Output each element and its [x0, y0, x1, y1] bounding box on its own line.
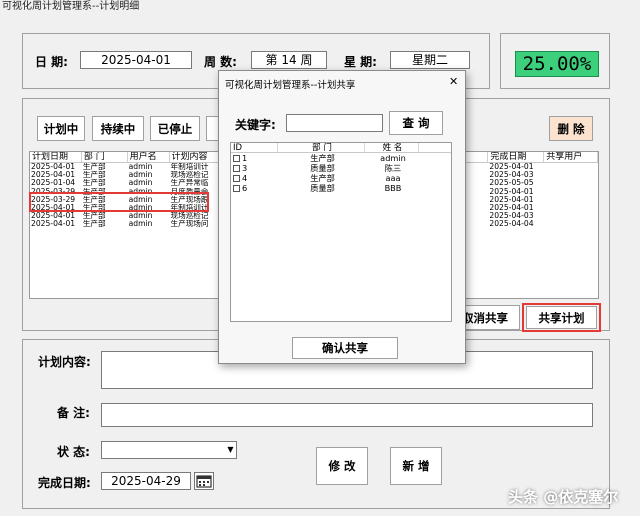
table-cell: 2025-04-04: [489, 220, 534, 229]
calendar-icon[interactable]: [194, 472, 214, 490]
share-plan-button[interactable]: 共享计划: [526, 306, 597, 329]
checkbox[interactable]: [233, 175, 240, 182]
table-cell: admin: [128, 179, 153, 188]
table-cell: 2025-04-01: [31, 220, 76, 229]
window-title: 可视化周计划管理系--计划明细: [2, 1, 140, 12]
week-field[interactable]: 第 14 周: [251, 51, 327, 69]
table-cell: admin: [128, 163, 153, 171]
watermark: 头条 @依克塞尔: [508, 488, 619, 506]
table-cell: 生产部: [82, 220, 106, 229]
dialog-title: 可视化周计划管理系--计划共享: [225, 80, 356, 91]
finish-date-field[interactable]: 2025-04-29: [101, 472, 191, 490]
col-department: 部 门: [82, 152, 128, 162]
table-cell: 2025-05-05: [489, 179, 534, 188]
col-share-user: 共享用户: [544, 152, 598, 162]
ongoing-button[interactable]: 持续中: [92, 116, 144, 141]
table-cell: [544, 204, 598, 212]
table-cell: 2025-04-01: [489, 187, 534, 196]
list-item[interactable]: 6 质量部 BBB: [231, 183, 451, 193]
col-finish-date: 完成日期: [488, 152, 545, 162]
table-cell: [544, 179, 598, 187]
checkbox[interactable]: [233, 165, 240, 172]
user-id: 3: [242, 163, 248, 173]
delete-button[interactable]: 删 除: [549, 116, 593, 141]
weekday-field[interactable]: 星期二: [390, 51, 470, 69]
user-id: 6: [242, 183, 248, 193]
table-cell: [544, 220, 598, 228]
col-user: 用户名: [128, 152, 170, 162]
table-cell: 2025-01-04: [31, 179, 76, 188]
user-grid-body: 1 生产部 admin 3 质量部 陈三 4 生产部 aaa 6 质量部 BBB: [231, 153, 451, 193]
table-cell: 2025-04-01: [489, 203, 534, 212]
user-dept: 生产部: [310, 173, 335, 183]
list-item[interactable]: 3 质量部 陈三: [231, 163, 451, 173]
chevron-down-icon[interactable]: ▼: [226, 445, 235, 455]
table-cell: 生产部: [82, 212, 106, 221]
keyword-label: 关键字:: [235, 118, 276, 132]
note-label: 备 注:: [57, 406, 90, 420]
progress-percent: 25.00%: [515, 51, 599, 77]
user-name: aaa: [385, 173, 401, 183]
stopped-button[interactable]: 已停止: [150, 116, 200, 141]
note-input[interactable]: [101, 403, 593, 427]
user-id-cell: 3: [231, 163, 278, 173]
table-cell: [544, 188, 598, 196]
highlight-row: [29, 192, 209, 212]
table-cell: 生产部: [82, 163, 106, 171]
user-grid[interactable]: ID 部 门 姓 名 1 生产部 admin 3 质量部 陈三 4 生产部 aaa 6 质量部 BBB: [230, 142, 452, 322]
table-cell: [544, 196, 598, 204]
confirm-share-button[interactable]: 确认共享: [292, 337, 398, 359]
col-dept: 部 门: [278, 143, 365, 152]
date-label: 日 期:: [35, 55, 68, 69]
user-dept: 质量部: [310, 163, 335, 173]
table-cell: [544, 171, 598, 179]
table-cell: 2025-04-01: [489, 163, 534, 171]
table-cell: admin: [128, 220, 153, 229]
close-icon[interactable]: ✕: [449, 75, 458, 88]
share-dialog: 可视化周计划管理系--计划共享 ✕ 关键字: 查 询 ID 部 门 姓 名 1 生…: [218, 70, 466, 364]
table-cell: 2025-04-01: [489, 195, 534, 204]
user-id-cell: 1: [231, 153, 278, 163]
col-name: 姓 名: [365, 143, 419, 152]
table-cell: 2025-04-03: [489, 212, 534, 221]
dialog-search-button[interactable]: 查 询: [389, 111, 443, 135]
weekday-label: 星 期:: [344, 55, 377, 69]
week-label: 周 数:: [204, 55, 237, 69]
user-dept: 质量部: [310, 183, 335, 193]
add-button[interactable]: 新 增: [390, 447, 442, 485]
checkbox[interactable]: [233, 185, 240, 192]
user-dept: 生产部: [310, 153, 335, 163]
finish-label: 完成日期:: [38, 476, 91, 490]
status-label: 状 态:: [57, 445, 90, 459]
table-cell: 生产部: [82, 171, 106, 180]
table-cell: 2025-04-01: [31, 163, 76, 171]
user-id: 4: [242, 173, 248, 183]
col-plan-date: 计划日期: [30, 152, 82, 162]
user-name: BBB: [384, 183, 402, 193]
keyword-input[interactable]: [286, 114, 383, 132]
table-cell: admin: [128, 171, 153, 180]
user-id-cell: 4: [231, 173, 278, 183]
user-grid-header: ID 部 门 姓 名: [231, 143, 451, 153]
table-cell: admin: [128, 212, 153, 221]
list-item[interactable]: 1 生产部 admin: [231, 153, 451, 163]
user-name: admin: [380, 153, 406, 163]
modify-button[interactable]: 修 改: [316, 447, 368, 485]
status-select[interactable]: [101, 441, 237, 459]
planning-button[interactable]: 计划中: [37, 116, 85, 141]
table-cell: 2025-04-01: [31, 212, 76, 221]
user-id-cell: 6: [231, 183, 278, 193]
table-cell: 2025-04-03: [489, 171, 534, 180]
list-item[interactable]: 4 生产部 aaa: [231, 173, 451, 183]
col-id: ID: [231, 143, 278, 152]
user-id: 1: [242, 153, 248, 163]
checkbox[interactable]: [233, 155, 240, 162]
table-cell: 2025-04-01: [31, 171, 76, 180]
table-cell: [544, 163, 598, 171]
content-label: 计划内容:: [38, 355, 91, 369]
date-field[interactable]: 2025-04-01: [80, 51, 192, 69]
table-cell: 生产部: [82, 179, 106, 188]
user-name: 陈三: [384, 163, 402, 173]
table-cell: [544, 212, 598, 220]
